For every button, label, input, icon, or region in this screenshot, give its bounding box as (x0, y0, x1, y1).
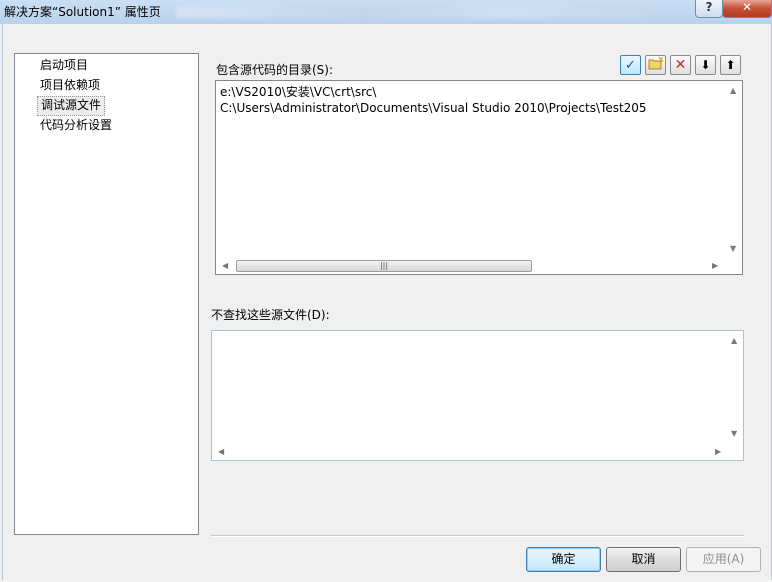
scroll-up-icon[interactable]: ▲ (731, 336, 737, 345)
separator (211, 535, 744, 536)
tree-item-project-dependencies[interactable]: 项目依赖项 (37, 76, 103, 94)
move-down-icon: ⬇ (700, 58, 711, 72)
source-dir-item[interactable]: C:\Users\Administrator\Documents\Visual … (220, 101, 647, 115)
delete-icon: ✕ (674, 57, 687, 73)
horizontal-scrollbar[interactable]: ◀ ||| ▶ (216, 258, 726, 274)
new-folder-button[interactable] (645, 55, 666, 75)
apply-button[interactable]: 应用(A) (686, 547, 761, 572)
close-button[interactable]: ✕ (722, 0, 772, 18)
scroll-down-icon[interactable]: ▼ (730, 244, 736, 253)
source-dirs-list[interactable]: e:\VS2010\安装\VC\crt\src\ C:\Users\Admini… (215, 80, 743, 275)
scroll-right-icon[interactable]: ▶ (712, 261, 718, 270)
window-title: 解决方案“Solution1” 属性页 (4, 5, 161, 19)
check-button[interactable]: ✓ (620, 55, 641, 75)
scroll-right-icon[interactable]: ▶ (715, 447, 721, 456)
check-icon: ✓ (625, 57, 636, 73)
new-folder-icon (648, 56, 664, 73)
tree-item-code-analysis-settings[interactable]: 代码分析设置 (37, 116, 115, 134)
tree-item-debug-source-files[interactable]: 调试源文件 (37, 96, 106, 116)
blurred-title-path (176, 6, 646, 18)
scroll-left-icon[interactable]: ◀ (222, 261, 228, 270)
help-button[interactable]: ? (695, 0, 723, 18)
move-up-button[interactable]: ⬆ (720, 55, 741, 75)
scroll-thumb[interactable]: ||| (236, 260, 532, 272)
delete-button[interactable]: ✕ (670, 55, 691, 75)
horizontal-scrollbar[interactable]: ◀ ▶ (212, 444, 727, 460)
source-dir-item[interactable]: e:\VS2010\安装\VC\crt\src\ (220, 83, 376, 100)
title-bar: 解决方案“Solution1” 属性页 ? ✕ (0, 0, 772, 24)
exclude-files-list[interactable]: ▲ ▼ ◀ ▶ (211, 330, 744, 461)
vertical-scrollbar[interactable]: ▲ ▼ (726, 81, 742, 258)
ok-button[interactable]: 确定 (526, 547, 601, 572)
scroll-down-icon[interactable]: ▼ (731, 429, 737, 438)
source-dirs-label: 包含源代码的目录(S): (216, 63, 334, 77)
move-up-icon: ⬆ (725, 58, 736, 72)
scroll-left-icon[interactable]: ◀ (218, 447, 224, 456)
exclude-files-label: 不查找这些源文件(D): (211, 308, 330, 322)
tree-item-startup-project[interactable]: 启动项目 (37, 56, 91, 74)
scroll-up-icon[interactable]: ▲ (730, 86, 736, 95)
move-down-button[interactable]: ⬇ (695, 55, 716, 75)
cancel-button[interactable]: 取消 (606, 547, 681, 572)
vertical-scrollbar[interactable]: ▲ ▼ (727, 331, 743, 444)
property-tree[interactable]: 启动项目 项目依赖项 调试源文件 代码分析设置 (14, 53, 199, 535)
